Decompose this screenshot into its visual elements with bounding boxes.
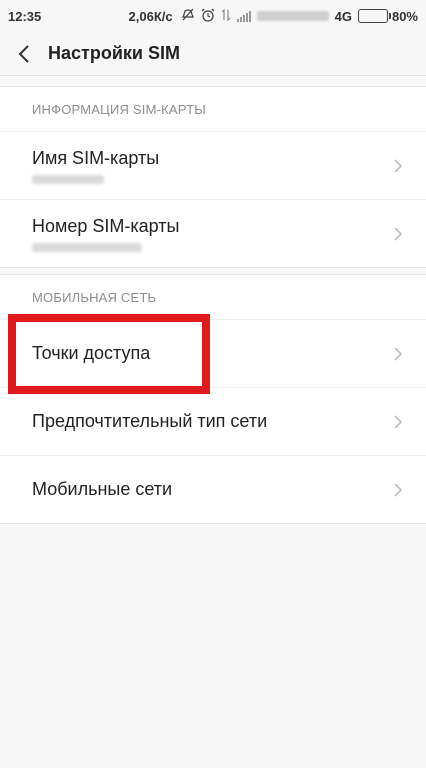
chevron-right-icon	[394, 226, 403, 241]
back-button[interactable]	[4, 32, 44, 76]
sim-name-label: Имя SIM-карты	[32, 147, 160, 168]
mobile-networks-label: Мобильные сети	[32, 479, 173, 499]
mobile-networks-row[interactable]: Мобильные сети	[0, 455, 426, 523]
preferred-network-type-label: Предпочтительный тип сети	[32, 411, 268, 431]
mobile-network-section: МОБИЛЬНАЯ СЕТЬ Точки доступа Предпочтите…	[0, 274, 426, 524]
sim-info-section: ИНФОРМАЦИЯ SIM-КАРТЫ Имя SIM-карты Номер…	[0, 86, 426, 268]
sim-name-row[interactable]: Имя SIM-карты	[0, 131, 426, 199]
access-points-label: Точки доступа	[32, 343, 151, 363]
access-points-row[interactable]: Точки доступа	[0, 319, 426, 387]
page-title: Настройки SIM	[48, 43, 180, 63]
network-speed: 2,06К/с	[128, 8, 173, 24]
network-type: 4G	[334, 8, 352, 24]
alarm-icon	[201, 8, 215, 25]
section-header-sim-info: ИНФОРМАЦИЯ SIM-КАРТЫ	[32, 101, 206, 117]
preferred-network-type-row[interactable]: Предпочтительный тип сети	[0, 387, 426, 455]
sim-number-label: Номер SIM-карты	[32, 215, 180, 236]
do-not-disturb-icon	[181, 8, 195, 25]
sim-number-row[interactable]: Номер SIM-карты	[0, 199, 426, 267]
data-transfer-icon	[221, 8, 231, 25]
status-time: 12:35	[8, 8, 42, 24]
chevron-right-icon	[394, 414, 403, 429]
app-bar: Настройки SIM	[0, 32, 426, 76]
chevron-right-icon	[394, 482, 403, 497]
chevron-right-icon	[394, 158, 403, 173]
battery-percent: 80%	[391, 8, 418, 24]
section-header-mobile-network: МОБИЛЬНАЯ СЕТЬ	[32, 289, 157, 305]
status-bar: 12:35 2,06К/с 4G 80%	[0, 0, 426, 32]
carrier-name-blurred	[256, 11, 329, 21]
chevron-right-icon	[394, 346, 403, 361]
back-arrow-icon	[18, 44, 29, 63]
sim-number-value-blurred	[32, 242, 142, 252]
signal-strength-icon	[236, 10, 251, 22]
battery-icon	[357, 9, 391, 23]
sim-name-value-blurred	[32, 174, 104, 184]
